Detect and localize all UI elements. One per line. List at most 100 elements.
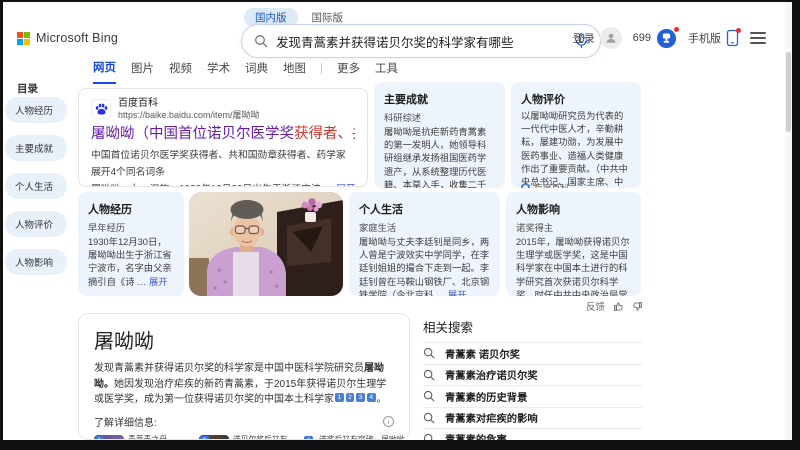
source-label: 百度百科 — [397, 185, 432, 188]
card-text-body: 屠呦呦与丈夫李廷钊是同乡，两人曾是宁波效实中学同学，在李廷钊姐姐的撮合下走到一起… — [359, 237, 490, 296]
related-search-item[interactable]: 青蒿素的历史背景 — [423, 385, 642, 407]
tab-web[interactable]: 网页 — [93, 59, 116, 84]
source-title: 诺奖后又有突破，屠呦呦发现青蒿素是偶然的 … — [318, 434, 405, 440]
card-source: 百度百科 — [88, 294, 174, 296]
expand-link[interactable]: 展开 — [336, 184, 355, 186]
sidebar-item-experience[interactable]: 人物经历 — [5, 97, 67, 123]
card-text: 以屠呦呦研究员为代表的一代代中医人才，辛勤耕耘，屡建功勋，为发展中医药事业、造福… — [521, 110, 631, 187]
source-thumbnail: 2 — [198, 434, 229, 439]
tab-maps[interactable]: 地图 — [283, 60, 306, 83]
title-prefix: 屠呦呦（中国首位诺贝尔医学奖 — [91, 125, 294, 142]
source-label: 百度百科 — [534, 183, 570, 188]
source-label: 百度百科 — [529, 294, 564, 296]
card-text-body: 2015年，屠呦呦获得诺贝尔生理学或医学奖，这是中国科学家在中国本土进行的科学研… — [516, 237, 630, 296]
citation-4[interactable]: 4 — [366, 393, 376, 403]
source-number-badge: 2 — [199, 435, 209, 439]
same-name-entries-link[interactable]: 展开4个同名词条 — [91, 164, 355, 178]
source-card-2[interactable]: 2 诺贝尔奖后又有突破，屠呦呦发 … 知 zhuanlan.zhih… — [198, 434, 297, 440]
related-search-item[interactable]: 青蒿素 诺贝尔奖 — [423, 342, 642, 364]
card-subtitle: 早年经历 — [88, 223, 126, 233]
tu-youyou-photo[interactable] — [189, 192, 343, 296]
card-title: 主要成就 — [384, 94, 428, 106]
tab-tools[interactable]: 工具 — [375, 60, 398, 83]
card-subtitle: 诺奖得主 — [516, 223, 554, 233]
related-search-item[interactable]: 青蒿素治疗诺贝尔奖 — [423, 363, 642, 386]
card-text: 1930年12月30日，屠呦呦出生于浙江省宁波市，名字由父亲摘引自《诗 … 展开 — [88, 236, 174, 288]
tab-images[interactable]: 图片 — [131, 60, 154, 83]
card-text-body: 屠呦呦是抗疟新药青蒿素的第一发明人，她领导科研组继承发扬祖国医药学遗产，从系统整… — [384, 127, 487, 188]
related-search-item[interactable]: 青蒿素对疟疾的影响 — [423, 406, 642, 429]
citation-3[interactable]: 3 — [356, 393, 365, 403]
card-title: 人物影响 — [516, 204, 560, 216]
feedback-link[interactable]: 反馈 — [586, 299, 605, 313]
info-icon[interactable]: i — [383, 415, 394, 427]
rewards-button[interactable]: 699 — [633, 26, 679, 49]
snippet-text: 屠呦呦，女，汉族，1930年12月30日出生于浙江宁波 … — [91, 184, 333, 186]
related-searches-title: 相关搜索 — [423, 321, 474, 335]
citation-1[interactable]: 1 — [335, 393, 344, 403]
bing-serp-page: 国内版 国际版 Microsoft Bing 登录 — [3, 2, 792, 440]
card-subtitle: 家庭生活 — [359, 223, 397, 233]
answer-card: 屠呦呦 发现青蒿素并获得诺贝尔奖的科学家是中国中医科学院研究员屠呦呦。她因发现治… — [78, 313, 410, 440]
tab-academic[interactable]: 学术 — [207, 60, 230, 83]
info-card-evaluation[interactable]: 人物评价 以屠呦呦研究员为代表的一代代中医人才，辛勤耕耘，屡建功勋，为发展中医药… — [511, 82, 641, 188]
card-title: 人物经历 — [88, 204, 132, 216]
microsoft-logo-icon — [17, 31, 30, 45]
mobile-version-button[interactable]: 手机版 — [688, 28, 741, 47]
account-area: 登录 699 手机版 — [573, 26, 766, 49]
info-card-influence[interactable]: 人物影响 诺奖得主 2015年，屠呦呦获得诺贝尔生理学或医学奖，这是中国科学家在… — [506, 192, 641, 296]
search-icon — [423, 369, 435, 381]
nav-separator — [321, 63, 322, 74]
source-title: 青蒿素之母 ——诺贝尔奖得主屠 … — [128, 434, 185, 440]
search-icon — [423, 348, 435, 359]
baidu-baike-icon — [521, 183, 530, 188]
answer-sources: 1 青蒿素之母 ——诺贝尔奖得主屠 … worldscience.cn — [94, 434, 405, 440]
search-nav: 网页 图片 视频 学术 词典 地图 更多 工具 — [93, 59, 398, 84]
sidebar-item-personal-life[interactable]: 个人生活 — [5, 173, 67, 199]
hamburger-menu-icon[interactable] — [750, 32, 766, 44]
expand-link[interactable]: 展开 — [448, 290, 467, 296]
expand-link[interactable]: 展开 — [149, 277, 168, 287]
citation-2[interactable]: 2 — [345, 393, 355, 403]
signin-label: 登录 — [572, 33, 595, 45]
rewards-trophy-icon — [656, 26, 679, 49]
info-card-experience[interactable]: 人物经历 早年经历 1930年12月30日，屠呦呦出生于浙江省宁波市，名字由父亲… — [78, 192, 184, 296]
signin-button[interactable]: 登录 — [573, 27, 622, 49]
result-description: 中国首位诺贝尔医学奖获得者、共和国勋章获得者、药学家 — [91, 149, 346, 161]
sidebar-item-influence[interactable]: 人物影响 — [5, 249, 67, 275]
scrollbar[interactable] — [785, 2, 792, 440]
search-bar[interactable] — [241, 24, 601, 58]
related-search-label: 青蒿素治疗诺贝尔奖 — [445, 371, 538, 383]
tab-videos[interactable]: 视频 — [169, 60, 192, 83]
result-url[interactable]: https://baike.baidu.com/item/屠呦呦 — [118, 110, 260, 121]
bing-logo[interactable]: Microsoft Bing — [17, 31, 118, 45]
sidebar-item-evaluation[interactable]: 人物评价 — [5, 211, 67, 237]
search-input[interactable] — [276, 34, 575, 48]
tab-more[interactable]: 更多 — [337, 60, 360, 83]
source-title: 诺贝尔奖后又有突破，屠呦呦发 … — [232, 434, 288, 440]
scrollbar-thumb[interactable] — [786, 52, 791, 132]
answer-text: 发现青蒿素并获得诺贝尔奖的科学家是中国中医科学院研究员 — [94, 363, 364, 374]
answer-paragraph: 发现青蒿素并获得诺贝尔奖的科学家是中国中医科学院研究员屠呦呦。她因发现治疗疟疾的… — [94, 361, 394, 408]
source-card-3[interactable]: 3 诺奖后又有突破，屠呦呦发现青蒿素是偶然的 … 知 zhuanlan.zhih… — [304, 434, 409, 440]
toc-title: 目录 — [17, 83, 38, 95]
phone-icon — [726, 28, 741, 47]
source-card-1[interactable]: 1 青蒿素之母 ——诺贝尔奖得主屠 … worldscience.cn — [94, 434, 192, 440]
sidebar-item-achievements[interactable]: 主要成就 — [5, 135, 67, 161]
card-text: 屠呦呦是抗疟新药青蒿素的第一发明人，她领导科研组继承发扬祖国医药学遗产，从系统整… — [384, 126, 495, 188]
feedback-row: 反馈 — [548, 299, 643, 313]
thumbs-down-icon[interactable] — [632, 301, 643, 312]
thumbs-up-icon[interactable] — [613, 301, 624, 312]
tab-dictionary[interactable]: 词典 — [245, 60, 268, 83]
card-text: 屠呦呦与丈夫李廷钊是同乡，两人曾是宁波效实中学同学，在李廷钊姐姐的撮合下走到一起… — [359, 236, 490, 296]
related-search-label: 青蒿素对疟疾的影响 — [445, 414, 538, 426]
info-card-achievements[interactable]: 主要成就 科研综述 屠呦呦是抗疟新药青蒿素的第一发明人，她领导科研组继承发扬祖国… — [374, 82, 505, 188]
related-search-label: 青蒿素 诺贝尔奖 — [445, 349, 520, 361]
learn-more-label: 了解详细信息: — [94, 417, 157, 429]
result-title-link[interactable]: 屠呦呦（中国首位诺贝尔医学奖获得者、共… — [91, 125, 355, 143]
source-number-badge: 3 — [304, 435, 313, 439]
source-number-badge: 1 — [95, 435, 104, 439]
search-icon — [423, 412, 435, 424]
info-card-personal-life[interactable]: 个人生活 家庭生活 屠呦呦与丈夫李廷钊是同乡，两人曾是宁波效实中学同学，在李廷钊… — [349, 192, 500, 296]
related-search-item[interactable]: 青蒿素的危害 — [423, 428, 642, 440]
